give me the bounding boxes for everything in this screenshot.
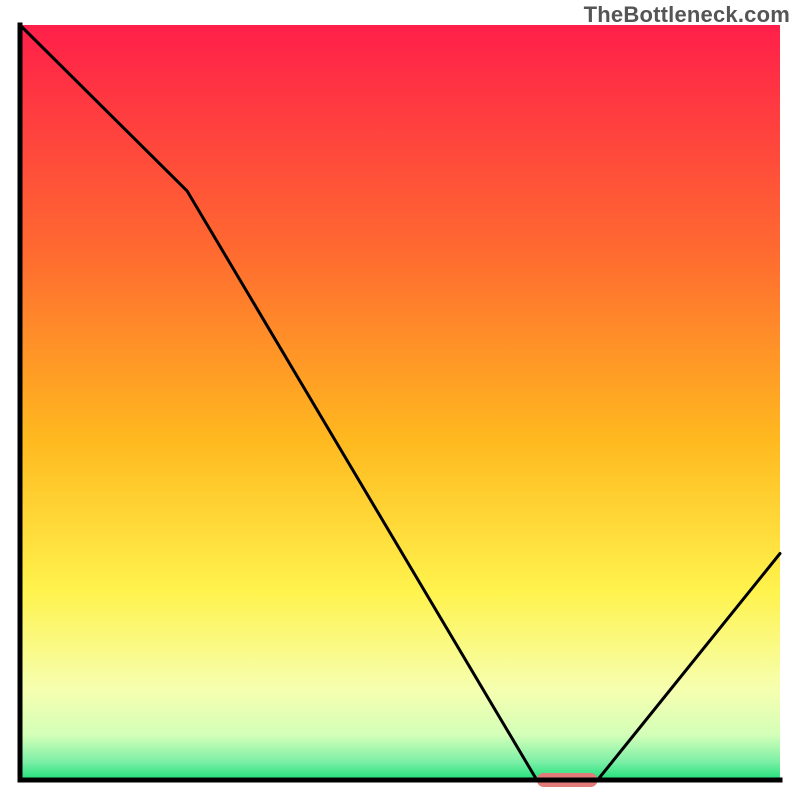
bottleneck-chart (0, 0, 800, 800)
watermark-text: TheBottleneck.com (584, 2, 790, 28)
chart-container: TheBottleneck.com (0, 0, 800, 800)
